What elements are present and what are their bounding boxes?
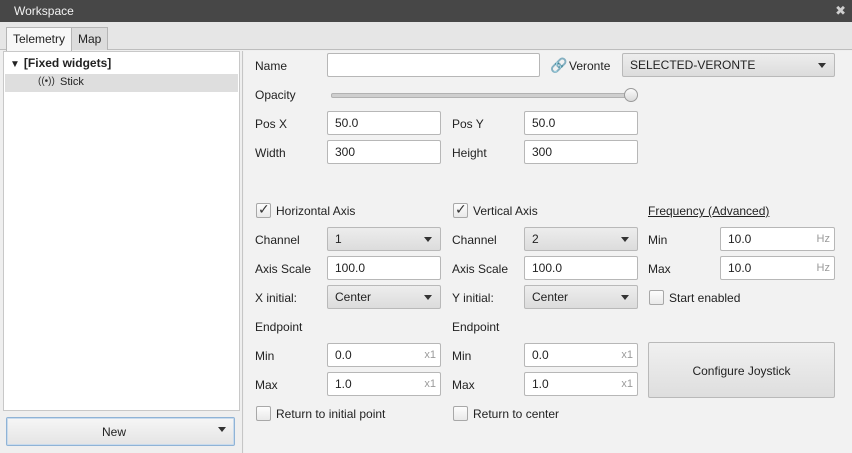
horizontal-axis-label: Horizontal Axis	[276, 204, 356, 218]
chevron-down-icon[interactable]	[218, 427, 226, 432]
freq-min-unit: Hz	[816, 233, 830, 245]
widget-tree: ▼ [Fixed widgets] ((•)) Stick	[3, 51, 240, 411]
freq-min-input[interactable]: 10.0 Hz	[720, 227, 835, 251]
frequency-advanced-link[interactable]: Frequency (Advanced)	[648, 204, 769, 218]
chevron-down-icon	[621, 237, 629, 242]
h-min-input[interactable]: 0.0 x1	[327, 343, 441, 367]
checkmark-icon: ✓	[258, 201, 270, 217]
h-channel-select[interactable]: 1	[327, 227, 441, 251]
h-max-label: Max	[255, 378, 278, 392]
vertical-axis-label: Vertical Axis	[473, 204, 538, 218]
name-label: Name	[255, 59, 288, 73]
freq-max-input[interactable]: 10.0 Hz	[720, 256, 835, 280]
posy-input[interactable]: 50.0	[524, 111, 638, 135]
return-initial-checkbox[interactable]	[256, 406, 271, 421]
y-initial-value: Center	[532, 290, 569, 304]
x-initial-value: Center	[335, 290, 372, 304]
h-max-input[interactable]: 1.0 x1	[327, 372, 441, 396]
tree-item-stick[interactable]: ((•)) Stick	[5, 74, 238, 92]
return-initial-label: Return to initial point	[276, 407, 386, 421]
freq-max-label: Max	[648, 262, 671, 276]
configure-joystick-button[interactable]: Configure Joystick	[648, 342, 835, 398]
start-enabled-label: Start enabled	[669, 291, 741, 305]
y-initial-label: Y initial:	[452, 291, 494, 305]
opacity-label: Opacity	[255, 88, 296, 102]
v-channel-value: 2	[532, 232, 539, 246]
h-max-value: 1.0	[335, 377, 352, 391]
veronte-label: Veronte	[569, 59, 611, 73]
v-endpoint-label: Endpoint	[452, 320, 500, 334]
window-titlebar: Workspace ✖	[0, 0, 852, 22]
v-max-input[interactable]: 1.0 x1	[524, 372, 638, 396]
v-channel-select[interactable]: 2	[524, 227, 638, 251]
freq-min-label: Min	[648, 233, 668, 247]
veronte-select[interactable]: SELECTED-VERONTE	[622, 53, 835, 77]
h-endpoint-label: Endpoint	[255, 320, 303, 334]
posy-label: Pos Y	[452, 117, 484, 131]
chevron-down-icon	[424, 295, 432, 300]
freq-min-value: 10.0	[728, 232, 752, 246]
tree-group-label: [Fixed widgets]	[23, 56, 112, 70]
h-min-value: 0.0	[335, 348, 352, 362]
v-max-unit: x1	[621, 378, 633, 390]
x-initial-label: X initial:	[255, 291, 298, 305]
v-min-unit: x1	[621, 349, 633, 361]
tab-telemetry[interactable]: Telemetry	[6, 27, 73, 51]
opacity-slider-track[interactable]	[331, 93, 633, 98]
return-center-checkbox[interactable]	[453, 406, 468, 421]
opacity-slider-thumb[interactable]	[624, 88, 638, 102]
veronte-select-value: SELECTED-VERONTE	[630, 58, 756, 72]
horizontal-axis-checkbox[interactable]: ✓	[256, 201, 271, 218]
freq-max-value: 10.0	[728, 261, 752, 275]
h-min-label: Min	[255, 349, 275, 363]
y-initial-select[interactable]: Center	[524, 285, 638, 309]
expand-arrow-icon[interactable]: ▼	[10, 59, 20, 70]
tab-map[interactable]: Map	[71, 27, 109, 50]
width-input[interactable]: 300	[327, 140, 441, 164]
x-initial-select[interactable]: Center	[327, 285, 441, 309]
window-title: Workspace	[14, 4, 74, 18]
return-center-label: Return to center	[473, 407, 560, 421]
properties-panel: Name 🔗 Veronte SELECTED-VERONTE Opacity …	[244, 51, 852, 453]
height-label: Height	[452, 146, 487, 160]
posx-label: Pos X	[255, 117, 288, 131]
v-scale-input[interactable]: 100.0	[524, 256, 638, 280]
v-max-value: 1.0	[532, 377, 549, 391]
chevron-down-icon	[424, 237, 432, 242]
checkmark-icon: ✓	[455, 201, 467, 217]
h-min-unit: x1	[424, 349, 436, 361]
v-min-input[interactable]: 0.0 x1	[524, 343, 638, 367]
radio-waves-icon: ((•))	[38, 76, 55, 87]
vertical-axis-checkbox[interactable]: ✓	[453, 201, 468, 218]
panel-divider[interactable]	[242, 51, 243, 453]
height-input[interactable]: 300	[524, 140, 638, 164]
v-channel-label: Channel	[452, 233, 497, 247]
freq-max-unit: Hz	[816, 262, 830, 274]
close-icon[interactable]: ✖	[835, 3, 846, 19]
tab-bar: Telemetry Map	[0, 22, 852, 51]
h-scale-label: Axis Scale	[255, 262, 312, 276]
chevron-down-icon	[818, 63, 826, 68]
h-channel-label: Channel	[255, 233, 300, 247]
tree-item-label: Stick	[60, 76, 84, 88]
new-button[interactable]: New	[6, 417, 235, 446]
width-label: Width	[255, 146, 286, 160]
new-button-label: New	[101, 425, 126, 439]
name-input[interactable]	[327, 53, 540, 77]
v-max-label: Max	[452, 378, 475, 392]
start-enabled-checkbox[interactable]	[649, 290, 664, 305]
h-max-unit: x1	[424, 378, 436, 390]
tree-group-fixed-widgets[interactable]: ▼ [Fixed widgets]	[10, 56, 111, 70]
configure-joystick-label: Configure Joystick	[692, 364, 791, 378]
posx-input[interactable]: 50.0	[327, 111, 441, 135]
h-channel-value: 1	[335, 232, 342, 246]
chevron-down-icon	[621, 295, 629, 300]
v-min-value: 0.0	[532, 348, 549, 362]
v-scale-label: Axis Scale	[452, 262, 509, 276]
v-min-label: Min	[452, 349, 472, 363]
h-scale-input[interactable]: 100.0	[327, 256, 441, 280]
link-icon: 🔗	[550, 57, 568, 73]
